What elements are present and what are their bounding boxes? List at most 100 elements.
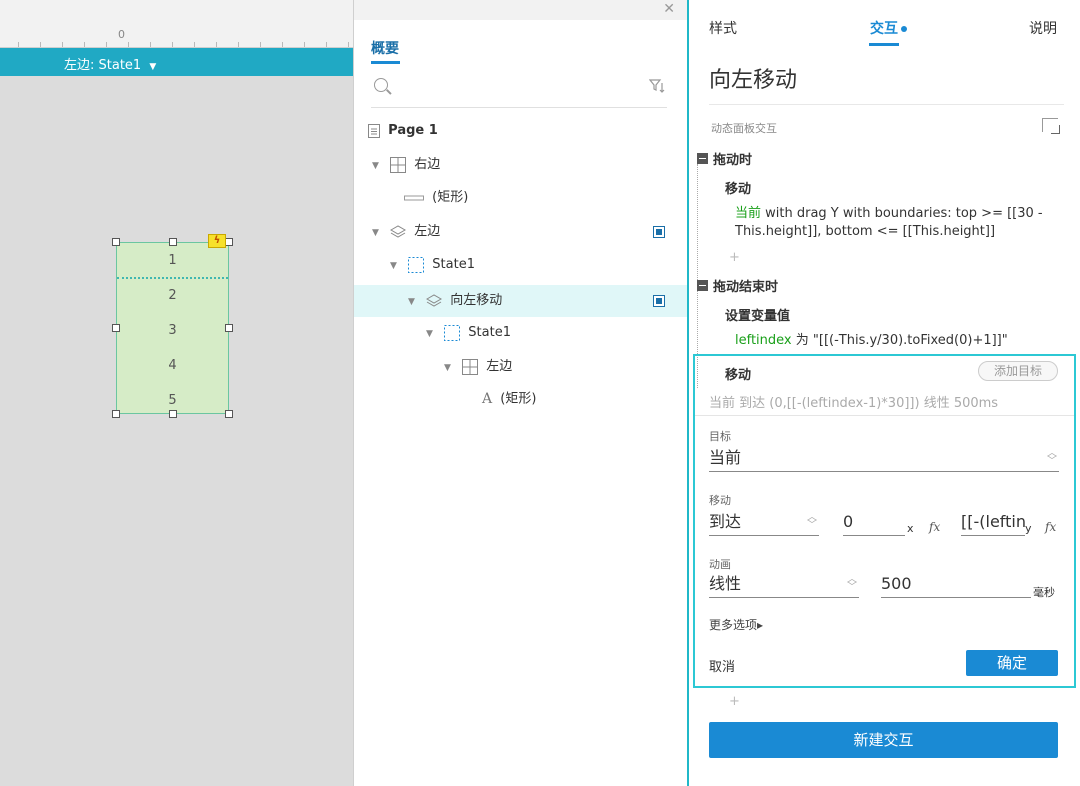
resize-handle-nw[interactable] (112, 238, 120, 246)
more-options-link[interactable]: 更多选项▸ (709, 616, 763, 633)
tree-item-label: 左边 (414, 224, 441, 239)
tree-item-state[interactable]: ▼ State1 (426, 320, 511, 346)
duration-unit: 毫秒 (1033, 586, 1055, 599)
fx-icon[interactable]: fx (929, 520, 940, 534)
collapse-box-icon[interactable] (697, 153, 708, 164)
text-icon: A (482, 391, 493, 407)
select-arrows-icon: ︿ ﹀ (1047, 448, 1057, 467)
resize-handle-s[interactable] (169, 410, 177, 418)
ruler-tick (260, 42, 261, 47)
expand-triangle-icon[interactable]: ▼ (426, 321, 440, 347)
duration-value: 500 (881, 574, 912, 593)
tree-item-label: (矩形) (432, 190, 469, 205)
ruler-tick (216, 42, 217, 47)
action-description[interactable]: 当前 with drag Y with boundaries: top >= [… (735, 205, 1065, 241)
resize-handle-n[interactable] (169, 238, 177, 246)
move-mode-select[interactable]: 到达 ︿ ﹀ (709, 510, 819, 536)
divider (695, 415, 1074, 416)
rectangle-icon (404, 195, 424, 200)
ruler-tick (128, 42, 129, 47)
panel-flag-icon[interactable] (653, 226, 665, 238)
expand-triangle-icon[interactable]: ▼ (390, 253, 404, 279)
lightning-icon[interactable]: ϟ (208, 234, 226, 248)
add-action-plus[interactable]: + (729, 694, 740, 709)
resize-handle-e[interactable] (225, 324, 233, 332)
panel-flag-icon[interactable] (653, 295, 665, 307)
tab-notes[interactable]: 说明 (1029, 18, 1057, 38)
divider (709, 104, 1064, 105)
expand-triangle-icon[interactable]: ▼ (372, 153, 386, 179)
ruler-tick (304, 42, 305, 47)
action-editor: 移动 添加目标 当前 到达 (0,[[-(leftindex-1)*30]]) … (693, 354, 1076, 688)
duration-input[interactable]: 500 (881, 572, 1031, 598)
expand-triangle-icon[interactable]: ▼ (372, 220, 386, 246)
panel-row-label: 3 (168, 323, 177, 338)
fx-icon[interactable]: fx (1045, 520, 1056, 534)
confirm-button[interactable]: 确定 (966, 650, 1058, 676)
action-summary: 当前 到达 (0,[[-(leftindex-1)*30]]) 线性 500ms (709, 396, 999, 411)
add-target-button[interactable]: 添加目标 (978, 361, 1058, 381)
tab-style[interactable]: 样式 (709, 18, 737, 38)
y-input[interactable]: [[-(leftin (961, 510, 1025, 536)
section-label: 动态面板交互 (711, 122, 777, 135)
tree-item-label: 向左移动 (450, 293, 503, 308)
cancel-button[interactable]: 取消 (709, 656, 735, 675)
resize-handle-w[interactable] (112, 324, 120, 332)
dynamic-panel-widget[interactable]: 1 2 3 4 5 (116, 242, 229, 414)
tree-item-rectangle[interactable]: (矩形) (404, 185, 468, 211)
add-action-plus[interactable]: + (729, 250, 740, 265)
move-mode-value: 到达 (709, 512, 742, 531)
tab-underline (869, 43, 899, 46)
design-canvas[interactable]: 0 左边: State1 ▼ 1 2 3 4 5 ϟ (0, 0, 353, 786)
resize-handle-ne[interactable] (225, 238, 233, 246)
tab-outline[interactable]: 概要 (371, 38, 399, 58)
target-select[interactable]: 当前 ︿ ﹀ (709, 446, 1059, 472)
filter-sort-icon[interactable] (649, 78, 665, 94)
expand-triangle-icon[interactable]: ▼ (408, 289, 422, 315)
tree-item-text[interactable]: A (矩形) (482, 386, 536, 412)
tree-item-state[interactable]: ▼ State1 (390, 252, 475, 278)
resize-handle-se[interactable] (225, 410, 233, 418)
select-arrows-icon: ︿ ﹀ (847, 574, 857, 593)
repeater-grid-icon (462, 358, 479, 375)
event-on-drag-drop[interactable]: 拖动结束时 (697, 276, 778, 295)
expand-triangle-icon[interactable]: ▼ (444, 355, 458, 381)
dotted-divider (117, 277, 228, 279)
new-interaction-button[interactable]: 新建交互 (709, 722, 1058, 758)
easing-select[interactable]: 线性 ︿ ﹀ (709, 572, 859, 598)
event-on-drag[interactable]: 拖动时 (697, 149, 752, 168)
tree-item-page[interactable]: Page 1 (368, 118, 438, 144)
action-target: 当前 (735, 206, 762, 221)
x-input[interactable]: 0 (843, 510, 905, 536)
move-label: 移动 (709, 494, 731, 507)
animation-label: 动画 (709, 558, 731, 571)
action-title[interactable]: 设置变量值 (725, 305, 790, 324)
search-icon[interactable] (374, 78, 388, 92)
close-icon[interactable]: ✕ (663, 1, 675, 17)
tree-item-repeater[interactable]: ▼ 右边 (372, 152, 440, 178)
tree-item-selected-row[interactable] (354, 285, 687, 317)
tree-item-repeater[interactable]: ▼ 左边 (444, 354, 512, 380)
event-label: 拖动时 (713, 153, 753, 168)
panel-state-bar[interactable]: 左边: State1 ▼ (0, 48, 353, 76)
action-title[interactable]: 移动 (725, 178, 751, 197)
panel-state-selector[interactable]: 左边: State1 ▼ (64, 54, 156, 73)
tree-item-dynamic-panel[interactable]: ▼ 左边 (372, 219, 672, 245)
tab-underline (371, 61, 400, 64)
outline-search-row[interactable] (371, 74, 667, 108)
interaction-inspector: 样式 交互 说明 向左移动 动态面板交互 拖动时 移动 当前 with drag… (687, 0, 1080, 786)
tab-interactions[interactable]: 交互 (870, 18, 907, 38)
action-description[interactable]: leftindex 为 "[[(-This.y/30).toFixed(0)+1… (735, 332, 1065, 350)
x-value: 0 (843, 512, 854, 531)
widget-name[interactable]: 向左移动 (709, 62, 797, 94)
ruler-tick (106, 42, 107, 47)
tree-item-dynamic-panel[interactable]: ▼ 向左移动 (408, 288, 502, 314)
tree-item-label: (矩形) (500, 391, 537, 407)
y-axis-label: y (1025, 522, 1032, 535)
resize-handle-sw[interactable] (112, 410, 120, 418)
active-dot-icon (901, 26, 907, 32)
collapse-all-icon[interactable] (1042, 118, 1058, 132)
outline-header-strip (354, 0, 687, 20)
collapse-box-icon[interactable] (697, 280, 708, 291)
event-label: 拖动结束时 (713, 280, 779, 295)
